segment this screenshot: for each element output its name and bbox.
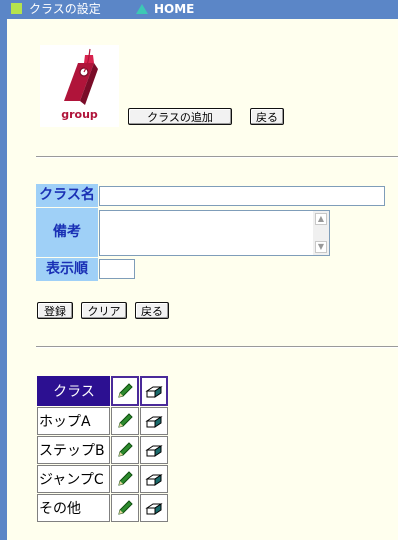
delete-cell[interactable] [140, 407, 168, 435]
edit-cell[interactable] [111, 494, 139, 522]
header-bar: クラスの設定 HOME [0, 0, 398, 19]
eraser-icon[interactable] [145, 441, 163, 459]
pencil-icon[interactable] [116, 441, 134, 459]
triangle-icon [136, 4, 148, 14]
class-table: クラス ホップA ステップB ジャンプC その他 [36, 375, 169, 523]
eraser-icon[interactable] [145, 412, 163, 430]
delete-cell[interactable] [140, 465, 168, 493]
group-logo: group [40, 45, 119, 127]
class-name-input[interactable] [99, 186, 385, 206]
edit-cell[interactable] [111, 465, 139, 493]
add-class-button[interactable]: クラスの追加 [128, 108, 232, 125]
edit-column-header [111, 376, 139, 406]
left-accent-bar [0, 0, 7, 540]
table-row: ホップA [37, 407, 168, 435]
scroll-up-icon[interactable]: ▲ [315, 213, 327, 225]
scroll-down-icon[interactable]: ▼ [315, 241, 327, 253]
memo-textarea[interactable] [99, 210, 330, 256]
edit-cell[interactable] [111, 436, 139, 464]
delete-column-header [140, 376, 168, 406]
page-title: クラスの設定 [29, 2, 101, 16]
delete-cell[interactable] [140, 436, 168, 464]
square-bullet-icon [11, 3, 22, 14]
edit-cell[interactable] [111, 407, 139, 435]
delete-cell[interactable] [140, 494, 168, 522]
class-name-cell: ジャンプC [37, 465, 110, 493]
eraser-icon[interactable] [145, 499, 163, 517]
class-column-header: クラス [37, 376, 110, 406]
table-header-row: クラス [37, 376, 168, 406]
table-row: ジャンプC [37, 465, 168, 493]
class-name-cell: ホップA [37, 407, 110, 435]
pencil-icon[interactable] [116, 499, 134, 517]
display-order-input[interactable] [99, 259, 135, 279]
memo-label: 備考 [36, 208, 98, 257]
divider [36, 346, 398, 348]
divider [36, 156, 398, 158]
clear-button[interactable]: クリア [81, 302, 127, 319]
pencil-icon [118, 383, 133, 398]
memo-scrollbar[interactable]: ▲ ▼ [313, 211, 329, 255]
eraser-icon [145, 386, 163, 398]
logo-text: group [61, 108, 98, 121]
home-link[interactable]: HOME [154, 0, 194, 19]
back-button-form[interactable]: 戻る [135, 302, 169, 319]
display-order-label: 表示順 [36, 258, 98, 281]
back-button-top[interactable]: 戻る [250, 108, 284, 125]
pencil-icon[interactable] [116, 412, 134, 430]
pencil-icon[interactable] [116, 470, 134, 488]
register-button[interactable]: 登録 [37, 302, 73, 319]
class-name-label: クラス名 [36, 184, 98, 207]
table-row: ステップB [37, 436, 168, 464]
table-row: その他 [37, 494, 168, 522]
eraser-icon[interactable] [145, 470, 163, 488]
class-name-cell: その他 [37, 494, 110, 522]
class-name-cell: ステップB [37, 436, 110, 464]
